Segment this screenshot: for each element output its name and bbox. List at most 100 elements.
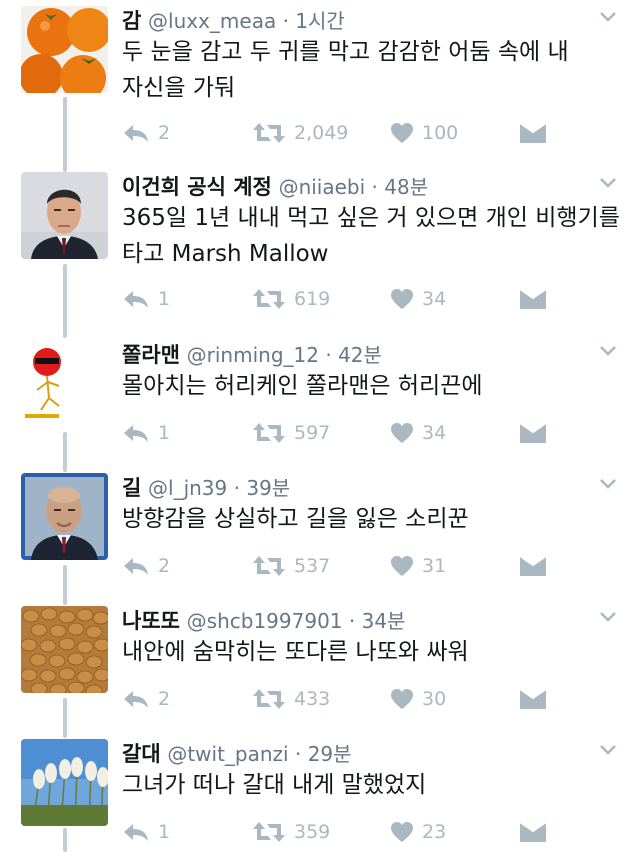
tweet-header: 감 @luxx_meaa · 1시간 xyxy=(122,9,345,33)
tweet[interactable]: 길 @l_jn39 · 39분 방향감을 상실하고 길을 잃은 소리꾼 2 53… xyxy=(0,473,640,588)
heart-icon xyxy=(391,556,413,576)
username[interactable]: @niiaebi xyxy=(279,175,366,199)
timestamp[interactable]: 42분 xyxy=(338,343,382,367)
timestamp[interactable]: 34분 xyxy=(362,609,406,633)
timestamp[interactable]: 39분 xyxy=(246,476,290,500)
retweet-icon xyxy=(253,289,285,309)
timestamp[interactable]: 48분 xyxy=(384,175,428,199)
avatar[interactable] xyxy=(21,739,108,826)
retweet-count: 359 xyxy=(294,821,331,843)
like-button[interactable]: 34 xyxy=(390,284,446,314)
like-button[interactable]: 30 xyxy=(390,684,446,714)
heart-icon xyxy=(391,423,413,443)
tweet-actions: 2 433 30 xyxy=(122,684,622,714)
username[interactable]: @shcb1997901 xyxy=(187,609,343,633)
tweet-header: 갈대 @twit_panzi · 29분 xyxy=(122,742,352,766)
tweet-header: 길 @l_jn39 · 39분 xyxy=(122,476,291,500)
username[interactable]: @l_jn39 xyxy=(148,476,227,500)
chevron-down-icon[interactable] xyxy=(598,174,618,190)
reply-count: 1 xyxy=(158,288,171,310)
direct-message-button[interactable] xyxy=(520,418,546,448)
avatar[interactable] xyxy=(21,473,108,560)
tweet-header: 쫄라맨 @rinming_12 · 42분 xyxy=(122,343,382,367)
like-button[interactable]: 100 xyxy=(390,118,458,148)
chevron-down-icon[interactable] xyxy=(598,741,618,757)
retweet-button[interactable]: 433 xyxy=(252,684,330,714)
username[interactable]: @twit_panzi xyxy=(167,742,288,766)
retweet-button[interactable]: 537 xyxy=(252,551,330,581)
like-button[interactable]: 31 xyxy=(390,551,446,581)
tweet-text: 365일 1년 내내 먹고 싶은 거 있으면 개인 비행기를 타고 Marsh … xyxy=(122,205,620,267)
direct-message-button[interactable] xyxy=(520,684,546,714)
username[interactable]: @luxx_meaa xyxy=(148,9,276,33)
reply-button[interactable]: 2 xyxy=(122,551,170,581)
tweet-actions: 1 359 23 xyxy=(122,817,622,847)
avatar[interactable] xyxy=(21,6,108,93)
tweet-text: 몰아치는 허리케인 쫄라맨은 허리끈에 xyxy=(122,373,483,399)
direct-message-button[interactable] xyxy=(520,284,546,314)
avatar[interactable] xyxy=(21,172,108,259)
avatar[interactable] xyxy=(21,606,108,693)
display-name[interactable]: 길 xyxy=(122,476,141,500)
reply-count: 2 xyxy=(158,688,171,710)
reply-count: 1 xyxy=(158,821,171,843)
username[interactable]: @rinming_12 xyxy=(187,343,319,367)
reply-icon xyxy=(124,425,148,442)
retweet-icon xyxy=(253,822,285,842)
retweet-button[interactable]: 2,049 xyxy=(252,118,348,148)
envelope-icon xyxy=(520,289,546,309)
like-button[interactable]: 34 xyxy=(390,418,446,448)
tweet[interactable]: 쫄라맨 @rinming_12 · 42분 몰아치는 허리케인 쫄라맨은 허리끈… xyxy=(0,340,640,455)
display-name[interactable]: 갈대 xyxy=(122,742,161,766)
reply-button[interactable]: 2 xyxy=(122,118,170,148)
chevron-down-icon[interactable] xyxy=(598,608,618,624)
tweet[interactable]: 갈대 @twit_panzi · 29분 그녀가 떠나 갈대 내게 말했었지 1… xyxy=(0,739,640,852)
retweet-button[interactable]: 597 xyxy=(252,418,330,448)
direct-message-button[interactable] xyxy=(520,551,546,581)
retweet-icon xyxy=(253,556,285,576)
envelope-icon xyxy=(520,423,546,443)
tweet[interactable]: 나또또 @shcb1997901 · 34분 내안에 숨막히는 또다른 나또와 … xyxy=(0,606,640,721)
retweet-button[interactable]: 619 xyxy=(252,284,330,314)
envelope-icon xyxy=(520,689,546,709)
chevron-down-icon[interactable] xyxy=(598,475,618,491)
tweet-actions: 1 597 34 xyxy=(122,418,622,448)
display-name[interactable]: 나또또 xyxy=(122,609,180,633)
envelope-icon xyxy=(520,822,546,842)
direct-message-button[interactable] xyxy=(520,817,546,847)
reply-button[interactable]: 1 xyxy=(122,418,170,448)
tweet[interactable]: 감 @luxx_meaa · 1시간 두 눈을 감고 두 귀를 막고 감감한 어… xyxy=(0,6,640,151)
avatar[interactable] xyxy=(21,340,108,427)
tweet-header: 나또또 @shcb1997901 · 34분 xyxy=(122,609,406,633)
heart-icon xyxy=(391,822,413,842)
like-count: 31 xyxy=(422,555,447,577)
tweet-actions: 2 537 31 xyxy=(122,551,622,581)
reply-button[interactable]: 1 xyxy=(122,817,170,847)
display-name[interactable]: 감 xyxy=(122,9,141,33)
reply-button[interactable]: 2 xyxy=(122,684,170,714)
tweet-text: 두 눈을 감고 두 귀를 막고 감감한 어둠 속에 내 자신을 가둬 xyxy=(122,39,569,101)
reply-count: 1 xyxy=(158,422,171,444)
like-button[interactable]: 23 xyxy=(390,817,446,847)
display-name[interactable]: 이건희 공식 계정 xyxy=(122,175,272,199)
like-count: 34 xyxy=(422,288,447,310)
retweet-count: 537 xyxy=(294,555,331,577)
reply-icon xyxy=(124,558,148,575)
tweet-text: 방향감을 상실하고 길을 잃은 소리꾼 xyxy=(122,506,469,532)
tweet[interactable]: 이건희 공식 계정 @niiaebi · 48분 365일 1년 내내 먹고 싶… xyxy=(0,172,640,317)
chevron-down-icon[interactable] xyxy=(598,8,618,24)
retweet-button[interactable]: 359 xyxy=(252,817,330,847)
retweet-count: 2,049 xyxy=(294,122,349,144)
direct-message-button[interactable] xyxy=(520,118,546,148)
timestamp[interactable]: 1시간 xyxy=(295,9,345,33)
retweet-icon xyxy=(253,423,285,443)
reply-button[interactable]: 1 xyxy=(122,284,170,314)
timestamp[interactable]: 29분 xyxy=(308,742,352,766)
chevron-down-icon[interactable] xyxy=(598,342,618,358)
envelope-icon xyxy=(520,556,546,576)
like-count: 100 xyxy=(422,122,459,144)
display-name[interactable]: 쫄라맨 xyxy=(122,343,180,367)
reply-icon xyxy=(124,824,148,841)
retweet-count: 597 xyxy=(294,422,331,444)
reply-icon xyxy=(124,291,148,308)
